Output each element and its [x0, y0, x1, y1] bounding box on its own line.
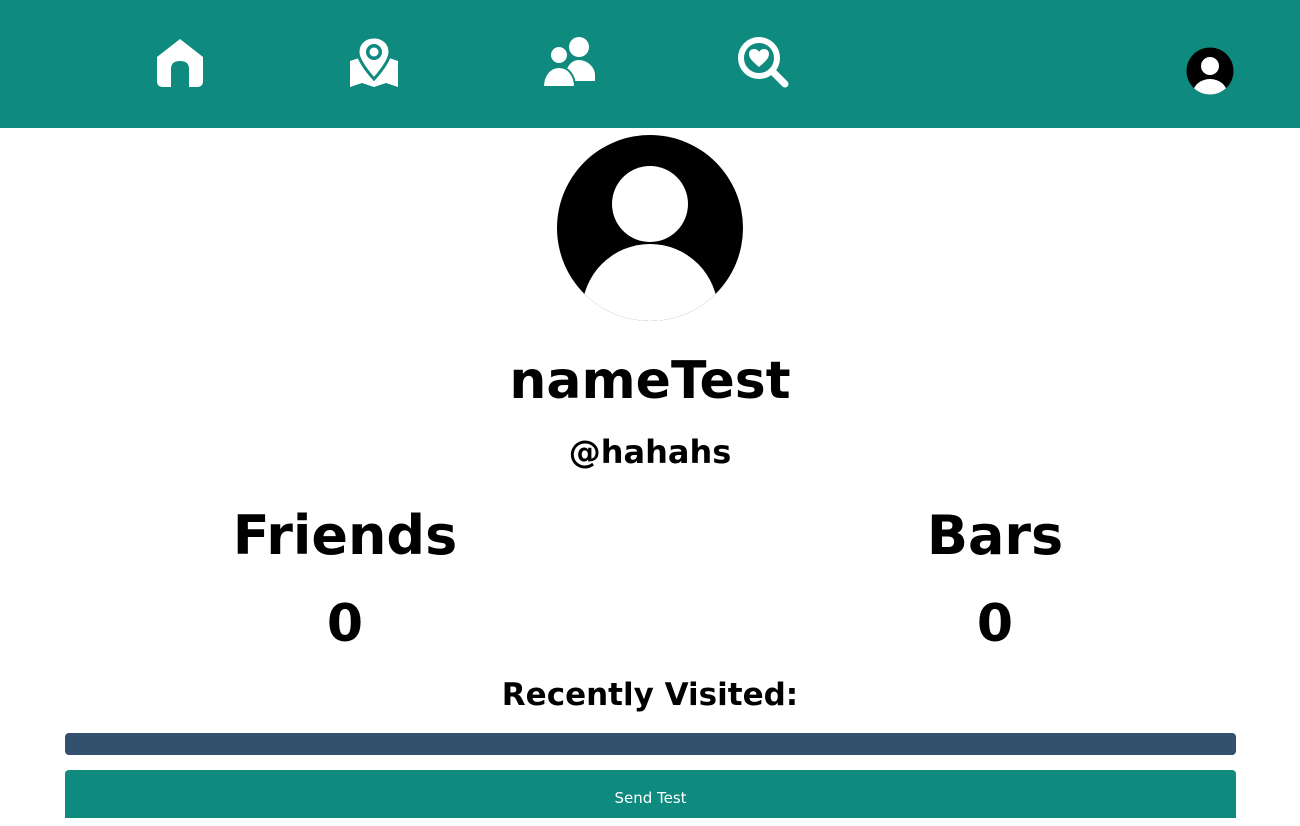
bars-label: Bars: [926, 504, 1064, 567]
send-test-button[interactable]: Send Test: [65, 770, 1236, 818]
map-pin-icon: [350, 35, 398, 87]
home-icon: [157, 39, 203, 87]
account-button[interactable]: [1186, 47, 1234, 95]
nav-map-button[interactable]: [346, 34, 402, 90]
bars-stat[interactable]: Bars 0: [795, 500, 1195, 660]
recently-visited-heading: Recently Visited:: [501, 677, 799, 713]
heart-search-icon: [738, 37, 789, 88]
profile-avatar: [556, 134, 744, 322]
friends-label: Friends: [232, 504, 458, 567]
display-name: nameTest: [509, 351, 791, 411]
username: @hahahs: [568, 433, 732, 471]
bars-count: 0: [976, 594, 1014, 654]
friends-icon: [541, 37, 595, 88]
recently-visited-bar[interactable]: [65, 733, 1236, 755]
user-avatar-icon: [557, 135, 743, 321]
friends-count: 0: [326, 594, 364, 654]
nav-discover-button[interactable]: [735, 34, 791, 90]
nav-friends-button[interactable]: [541, 34, 597, 90]
friends-stat[interactable]: Friends 0: [145, 500, 545, 660]
top-nav-bar: [0, 0, 1300, 128]
user-avatar-icon: [1186, 47, 1234, 95]
nav-home-button[interactable]: [152, 34, 208, 90]
